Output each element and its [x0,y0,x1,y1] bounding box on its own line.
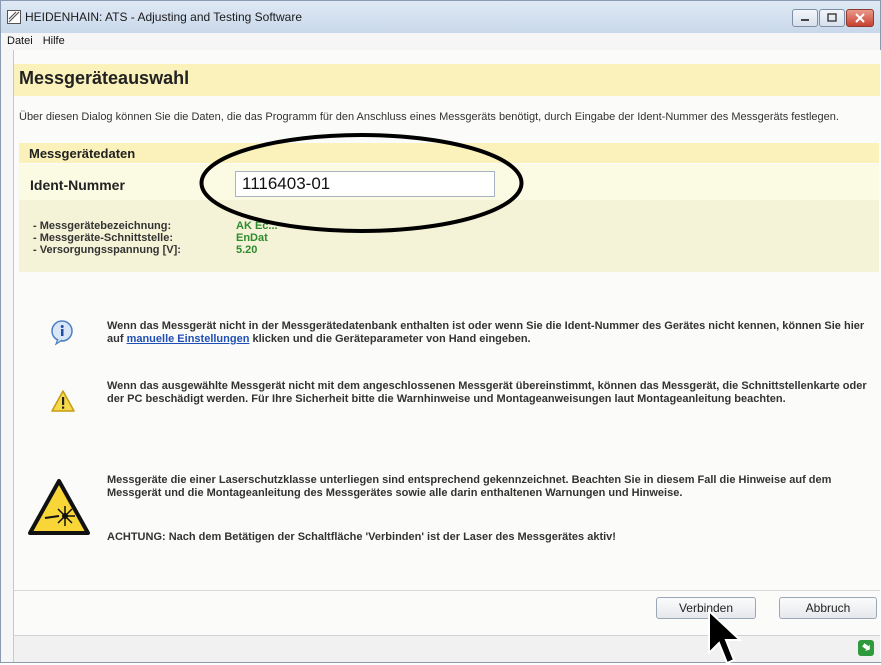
page-header: Messgeräteauswahl [14,64,880,96]
app-window: HEIDENHAIN: ATS - Adjusting and Testing … [0,0,881,665]
minimize-icon [801,19,809,21]
manual-settings-link[interactable]: manuelle Einstellungen [127,333,250,345]
close-button[interactable] [846,9,874,27]
connection-icon [862,643,870,652]
minimize-button[interactable] [792,9,818,27]
section-title: Messgerätedaten [29,146,136,161]
info-note: Wenn das Messgerät nicht in der Messgerä… [107,320,867,346]
warning-icon [51,390,75,412]
info-text-after: klicken und die Geräteparameter von Hand… [249,333,531,345]
footer-divider [14,590,880,591]
laser-active-warning: ACHTUNG: Nach dem Betätigen der Schaltfl… [107,531,616,543]
title-bar[interactable]: HEIDENHAIN: ATS - Adjusting and Testing … [1,1,880,33]
laser-note: Messgeräte die einer Laserschutzklasse u… [107,474,832,499]
detail-label: - Messgerätebezeichnung: [33,220,172,232]
highlight-ellipse [199,133,524,233]
intro-text: Über diesen Dialog können Sie die Daten,… [19,111,839,123]
info-icon [51,320,73,346]
warning-note: Wenn das ausgewählte Messgerät nicht mit… [107,380,867,405]
status-icon[interactable] [858,640,874,656]
menu-datei[interactable]: Datei [1,33,37,47]
page-title: Messgeräteauswahl [19,68,190,88]
main-panel: Messgeräteauswahl Über diesen Dialog kön… [13,50,881,662]
laser-warning-icon [28,479,90,535]
cancel-button[interactable]: Abbruch [779,597,877,619]
detail-label: - Messgeräte-Schnittstelle: [33,232,173,244]
maximize-icon [827,13,837,22]
detail-value: 5.20 [236,244,258,256]
close-icon [855,13,865,23]
menu-bar: Datei Hilfe [1,33,880,49]
maximize-button[interactable] [819,9,845,27]
app-icon [7,10,21,24]
mouse-cursor-icon [708,609,743,665]
status-bar [14,635,880,662]
ident-label: Ident-Nummer [30,177,125,193]
window-title: HEIDENHAIN: ATS - Adjusting and Testing … [25,10,303,24]
detail-label: - Versorgungsspannung [V]: [33,244,181,256]
menu-hilfe[interactable]: Hilfe [37,33,69,47]
